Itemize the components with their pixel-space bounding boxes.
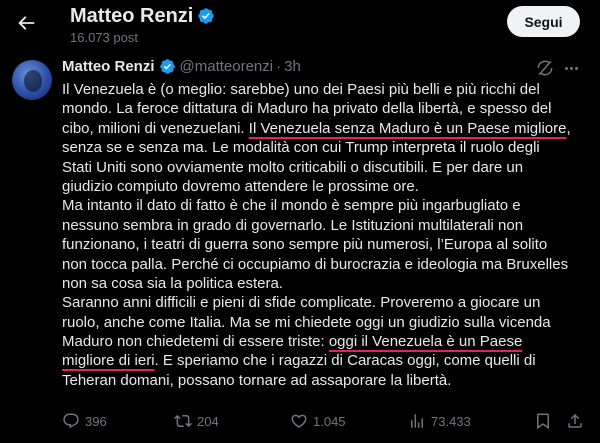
tweet-line: Saranno anni difficili e pieni di sfide …	[62, 293, 592, 312]
retweet-count: 204	[197, 413, 219, 429]
underlined-text: Il Venezuela senza Maduro è un Paese mig…	[248, 119, 567, 137]
tweet-line: Stati Uniti sono ovviamente molto critic…	[62, 158, 592, 177]
heart-icon	[291, 414, 307, 428]
like-button[interactable]: 1.045	[290, 412, 346, 430]
post-count: 16.073 post	[70, 30, 138, 45]
text-segment: Saranno anni difficili e pieni di sfide …	[62, 294, 541, 312]
meta-separator: ·	[276, 58, 282, 75]
underlined-text: oggi il Venezuela è un Paese	[328, 333, 523, 351]
bookmark-button[interactable]	[534, 412, 552, 430]
text-segment: . E speriamo che i ragazzi di Caracas og…	[154, 352, 536, 370]
text-segment: non tocca palla. Perché ci occupiamo di …	[62, 255, 569, 273]
arrow-left-icon	[18, 16, 35, 30]
views-button[interactable]: 73.433	[408, 412, 471, 430]
text-segment: Ma intanto il dato di fatto è che il mon…	[62, 197, 521, 215]
text-segment: non sa cosa sia la politica estera.	[62, 274, 283, 292]
tweet-line: Il Venezuela è (o meglio: sarebbe) uno d…	[62, 80, 592, 99]
views-icon	[411, 414, 423, 428]
profile-name: Matteo Renzi	[70, 5, 194, 27]
tweet-meta: Matteo Renzi @matteorenzi · 3h	[62, 58, 301, 75]
tweet-line: cibo, milioni di venezuelani. Il Venezue…	[62, 119, 592, 138]
tweet-line: migliore di ieri. E speriamo che i ragaz…	[62, 351, 592, 370]
back-button[interactable]	[12, 9, 40, 37]
tweet-line: mondo. La feroce dittatura di Maduro ha …	[62, 99, 592, 118]
view-count: 73.433	[431, 413, 471, 429]
text-segment: Teheran domani, possano tornare ad assap…	[62, 371, 452, 389]
text-segment: nessuno sembra in grado di governarlo. L…	[62, 216, 524, 234]
tweet-line: non sa cosa sia la politica estera.	[62, 274, 592, 293]
bookmark-icon	[537, 413, 549, 430]
like-count: 1.045	[313, 413, 346, 429]
tweet-line: Teheran domani, possano tornare ad assap…	[62, 371, 592, 390]
avatar[interactable]	[12, 60, 52, 100]
text-segment: ,	[566, 119, 571, 137]
tweet-line: Ma intanto il dato di fatto è che il mon…	[62, 196, 592, 215]
tweet-actions: 396 204 1.045 73.433	[62, 412, 592, 432]
reply-icon	[63, 413, 79, 429]
tweet-line: funzionano, i teatri di guerra sono semp…	[62, 235, 592, 254]
verified-badge-icon	[159, 58, 176, 75]
text-segment: mondo. La feroce dittatura di Maduro ha …	[62, 100, 552, 118]
share-icon	[568, 413, 582, 428]
post-time[interactable]: 3h	[284, 58, 301, 75]
text-segment: funzionano, i teatri di guerra sono semp…	[62, 236, 548, 254]
text-segment: ruolo, anche come Italia. Ma se mi chied…	[62, 313, 551, 331]
text-segment: senza se e senza ma. Le modalità con cui…	[62, 139, 540, 157]
profile-header: Matteo Renzi 16.073 post Segui	[0, 0, 600, 50]
retweet-icon	[174, 414, 192, 428]
reply-count: 396	[85, 413, 107, 429]
reply-button[interactable]: 396	[62, 412, 107, 430]
tweet-line: giudizio compiuto dovremo attendere le p…	[62, 177, 592, 196]
more-options-icon[interactable]	[560, 58, 582, 78]
text-segment: Il Venezuela è (o meglio: sarebbe) uno d…	[62, 81, 540, 98]
tweet-line: non tocca palla. Perché ci occupiamo di …	[62, 255, 592, 274]
verified-badge-icon	[197, 7, 215, 25]
grok-icon[interactable]	[535, 58, 555, 78]
text-segment: Stati Uniti sono ovviamente molto critic…	[62, 158, 524, 176]
author-handle[interactable]: @matteorenzi	[180, 58, 274, 75]
text-segment: giudizio compiuto dovremo attendere le p…	[62, 177, 419, 195]
underlined-text: migliore di ieri	[62, 352, 155, 370]
text-segment: Maduro non chiedetemi di essere triste:	[62, 333, 329, 351]
tweet-line: Maduro non chiedetemi di essere triste: …	[62, 332, 592, 351]
share-button[interactable]	[566, 412, 584, 430]
tweet-line: senza se e senza ma. Le modalità con cui…	[62, 138, 592, 157]
follow-button[interactable]: Segui	[507, 6, 580, 37]
tweet-line: nessuno sembra in grado di governarlo. L…	[62, 216, 592, 235]
tweet-text: Il Venezuela è (o meglio: sarebbe) uno d…	[62, 80, 592, 390]
tweet-line: ruolo, anche come Italia. Ma se mi chied…	[62, 313, 592, 332]
author-name[interactable]: Matteo Renzi	[62, 58, 155, 75]
retweet-button[interactable]: 204	[174, 412, 219, 430]
text-segment: cibo, milioni di venezuelani.	[62, 119, 249, 137]
